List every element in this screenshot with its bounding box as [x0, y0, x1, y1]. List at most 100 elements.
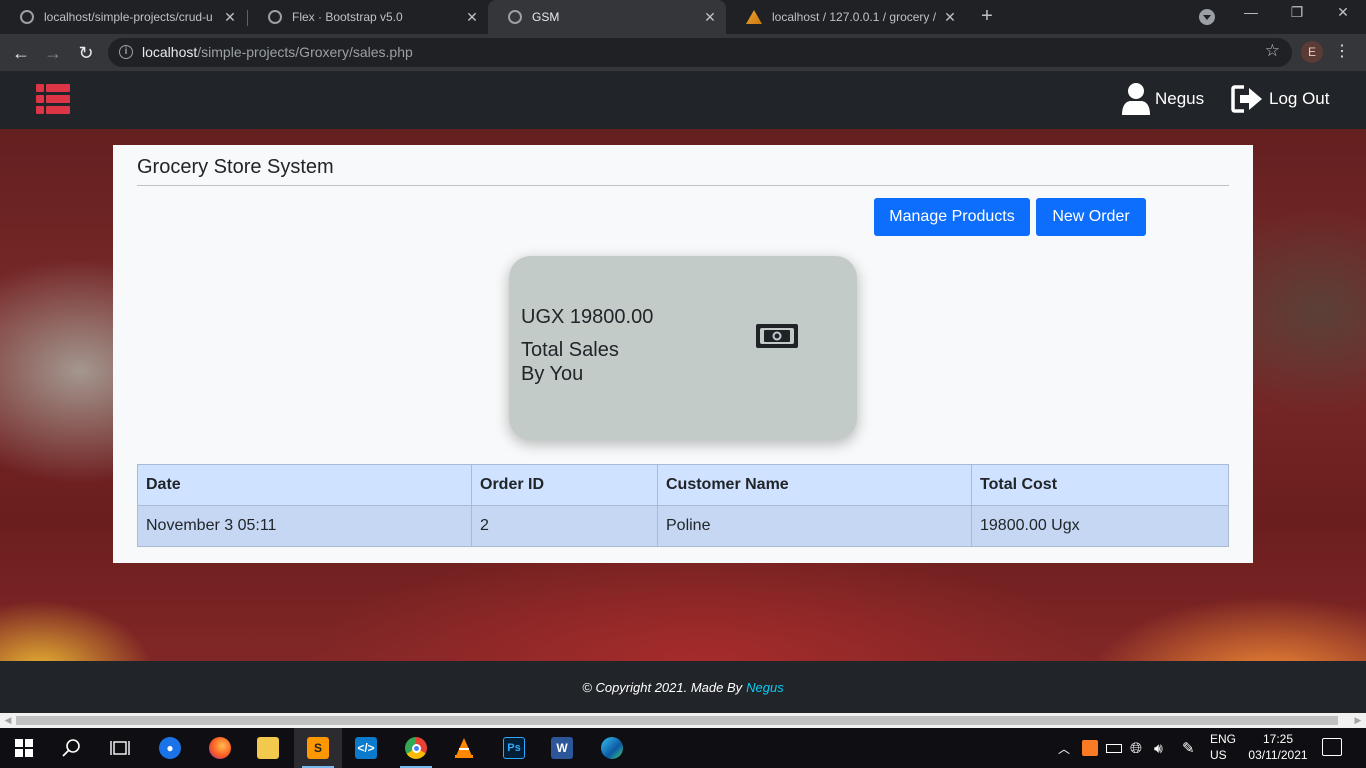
forward-arrow-icon[interactable]: →	[40, 40, 66, 66]
speaker-icon: 🔊︎	[1154, 739, 1163, 756]
logout-link[interactable]: Log Out	[1231, 81, 1330, 117]
search-button[interactable]	[48, 728, 96, 768]
chevron-up-icon: ︿	[1058, 741, 1071, 756]
phpmyadmin-icon	[746, 10, 762, 24]
taskbar-app-file-explorer[interactable]	[244, 728, 292, 768]
system-clock[interactable]: 17:25 03/11/2021	[1244, 731, 1312, 763]
tray-volume[interactable]: 🔊︎	[1154, 728, 1163, 768]
money-bill-icon	[756, 324, 798, 348]
maps-pin-icon: ●	[159, 737, 181, 759]
table-header-row: Date Order ID Customer Name Total Cost	[137, 464, 1229, 506]
new-tab-button[interactable]: +	[977, 5, 997, 29]
task-view-button[interactable]	[96, 728, 144, 768]
table-row: November 3 05:11 2 Poline 19800.00 Ugx	[137, 505, 1229, 547]
address-bar[interactable]: i localhost/simple-projects/Groxery/sale…	[108, 38, 1292, 67]
chrome-icon	[405, 737, 427, 759]
taskbar-app-photoshop[interactable]: Ps	[490, 728, 538, 768]
start-button[interactable]	[0, 728, 48, 768]
taskbar-app-edge[interactable]	[588, 728, 636, 768]
tab-title: Flex · Bootstrap v5.0	[292, 10, 403, 24]
bookmark-star-icon[interactable]: ☆	[1265, 41, 1280, 61]
tab-title: GSM	[532, 10, 560, 24]
taskbar-app-chrome[interactable]	[392, 728, 440, 768]
browser-tab[interactable]: localhost / 127.0.0.1 / grocery / s ✕	[726, 0, 966, 34]
column-header: Customer Name	[657, 464, 972, 506]
search-icon	[62, 739, 80, 757]
tray-xampp[interactable]	[1082, 728, 1098, 768]
page-title: Grocery Store System	[137, 156, 334, 178]
total-sales-tile: UGX 19800.00 Total Sales By You	[509, 256, 857, 440]
close-window-icon[interactable]: ✕	[1328, 4, 1358, 21]
profile-avatar[interactable]: E	[1301, 41, 1323, 63]
taskbar-app-maps[interactable]: ●	[146, 728, 194, 768]
input-language[interactable]: ENG US	[1210, 731, 1240, 763]
back-arrow-icon[interactable]: ←	[8, 40, 34, 66]
tab-title: localhost / 127.0.0.1 / grocery / s	[772, 10, 940, 24]
lang-code: ENG	[1210, 732, 1237, 746]
user-profile-link[interactable]: Negus	[1121, 81, 1204, 117]
browser-menu-icon[interactable]: ⋮	[1334, 41, 1350, 61]
browser-tab[interactable]: localhost/simple-projects/crud-u ✕	[0, 0, 246, 34]
battery-icon	[1106, 743, 1122, 753]
copyright-text: © Copyright 2021. Made By	[582, 679, 743, 695]
browser-tab-active[interactable]: GSM ✕	[488, 0, 726, 34]
taskbar-app-vscode[interactable]: </>	[342, 728, 390, 768]
tray-battery[interactable]	[1106, 728, 1122, 768]
windows-taskbar: ● S </> Ps W ︿ 🌐︎ 🔊︎ ✎ ENG US 17:25 03/1…	[0, 728, 1366, 768]
vlc-cone-icon	[455, 738, 473, 758]
taskbar-app-word[interactable]: W	[538, 728, 586, 768]
site-info-icon[interactable]: i	[119, 45, 133, 59]
cell-date: November 3 05:11	[137, 505, 472, 547]
author-link[interactable]: Negus	[746, 680, 784, 695]
scrollbar-thumb[interactable]	[16, 716, 1338, 725]
region-code: US	[1210, 748, 1227, 762]
tab-title: localhost/simple-projects/crud-u	[44, 10, 213, 24]
user-icon	[1122, 83, 1150, 115]
scroll-left-icon[interactable]: ◀	[2, 715, 14, 726]
table-list-icon[interactable]	[36, 84, 70, 114]
scroll-right-icon[interactable]: ▶	[1352, 715, 1364, 726]
taskbar-app-vlc[interactable]	[440, 728, 488, 768]
main-card: Grocery Store System Manage Products New…	[113, 145, 1253, 563]
browser-tab-strip: localhost/simple-projects/crud-u ✕ Flex …	[0, 0, 1366, 34]
globe-icon	[508, 10, 522, 24]
close-tab-icon[interactable]: ✕	[462, 9, 482, 26]
close-tab-icon[interactable]: ✕	[940, 9, 960, 26]
globe-network-icon: 🌐︎	[1130, 739, 1143, 757]
browser-tab[interactable]: Flex · Bootstrap v5.0 ✕	[248, 0, 488, 34]
taskbar-app-firefox[interactable]	[196, 728, 244, 768]
globe-icon	[20, 10, 34, 24]
column-header: Date	[137, 464, 472, 506]
restore-icon[interactable]: ❐	[1282, 4, 1312, 21]
horizontal-scrollbar[interactable]: ◀ ▶	[0, 713, 1366, 728]
show-hidden-icons[interactable]: ︿	[1058, 728, 1070, 768]
taskbar-app-sublime-text[interactable]: S	[294, 728, 342, 768]
page-footer: © Copyright 2021. Made By Negus	[0, 661, 1366, 713]
clock-date: 03/11/2021	[1248, 748, 1308, 762]
total-sales-label: Total Sales By You	[521, 338, 681, 386]
reload-icon[interactable]: ↻	[73, 40, 99, 66]
minimize-icon[interactable]: —	[1236, 4, 1266, 20]
column-header: Order ID	[471, 464, 658, 506]
new-order-button[interactable]: New Order	[1036, 198, 1146, 236]
user-name: Negus	[1155, 89, 1205, 108]
manage-products-button[interactable]: Manage Products	[874, 198, 1030, 236]
edge-icon	[601, 737, 623, 759]
notification-center-icon[interactable]	[1322, 738, 1342, 756]
sales-label-line: Total Sales	[521, 339, 619, 361]
globe-icon	[268, 10, 282, 24]
url-text[interactable]: localhost/simple-projects/Groxery/sales.…	[142, 44, 413, 60]
logout-label: Log Out	[1269, 89, 1330, 108]
tray-pen[interactable]: ✎	[1182, 728, 1195, 768]
close-tab-icon[interactable]: ✕	[220, 9, 240, 26]
xampp-icon	[1082, 740, 1098, 756]
total-sales-amount: UGX 19800.00	[521, 306, 654, 328]
folder-icon	[257, 737, 279, 759]
browser-toolbar: ← → ↻ i localhost/simple-projects/Groxer…	[0, 34, 1366, 71]
tab-search-icon[interactable]	[1199, 9, 1215, 25]
close-tab-icon[interactable]: ✕	[700, 9, 720, 26]
tray-network[interactable]: 🌐︎	[1130, 728, 1142, 768]
app-navbar: Negus Log Out	[0, 71, 1366, 129]
word-icon: W	[551, 737, 573, 759]
page-viewport: Negus Log Out Grocery Store System Manag…	[0, 71, 1366, 713]
